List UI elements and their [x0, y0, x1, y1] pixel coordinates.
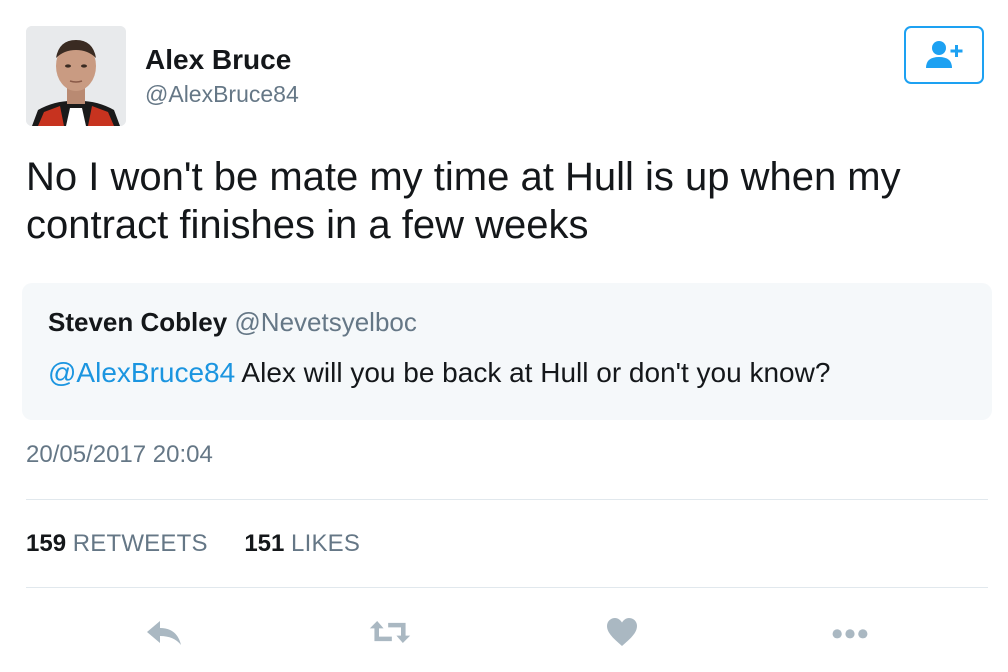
retweet-button[interactable]	[368, 612, 412, 652]
quoted-tweet-body: Alex will you be back at Hull or don't y…	[235, 357, 831, 388]
retweets-stat[interactable]: 159 RETWEETS	[26, 530, 208, 558]
author-handle[interactable]: @AlexBruce84	[145, 81, 299, 108]
retweets-count: 159	[26, 530, 67, 557]
quoted-author-name: Steven Cobley	[48, 307, 228, 337]
quoted-tweet-card[interactable]: Steven Cobley @Nevetsyelboc @AlexBruce84…	[22, 283, 992, 420]
engagement-stats: 159 RETWEETS 151 LIKES	[26, 530, 360, 558]
add-user-icon	[926, 41, 963, 68]
likes-label: LIKES	[291, 530, 361, 557]
tweet-text-line: No I won't be mate my time at Hull is up…	[26, 155, 901, 199]
tweet-text-line: contract finishes in a few weeks	[26, 203, 589, 247]
avatar[interactable]	[26, 26, 126, 126]
reply-button[interactable]	[142, 612, 186, 652]
retweets-label: RETWEETS	[72, 530, 208, 557]
author-display-name[interactable]: Alex Bruce	[145, 44, 291, 76]
tweet-timestamp[interactable]: 20/05/2017 20:04	[26, 441, 213, 469]
retweet-icon	[369, 621, 411, 643]
follow-button[interactable]	[904, 26, 984, 84]
like-icon	[607, 618, 637, 646]
like-button[interactable]	[600, 612, 644, 652]
quoted-tweet-header: Steven Cobley @Nevetsyelboc	[48, 307, 417, 338]
tweet-text: No I won't be mate my time at Hull is up…	[26, 153, 986, 249]
reply-icon	[147, 621, 181, 645]
more-icon	[832, 629, 868, 639]
divider	[26, 499, 988, 500]
quoted-tweet-text: @AlexBruce84 Alex will you be back at Hu…	[48, 357, 830, 389]
profile-photo	[26, 26, 126, 126]
more-button[interactable]	[828, 612, 872, 652]
likes-stat[interactable]: 151 LIKES	[244, 530, 360, 558]
quoted-author-handle: @Nevetsyelboc	[234, 307, 417, 337]
likes-count: 151	[244, 530, 285, 557]
quoted-mention-link[interactable]: @AlexBruce84	[48, 357, 235, 388]
divider	[26, 587, 988, 588]
